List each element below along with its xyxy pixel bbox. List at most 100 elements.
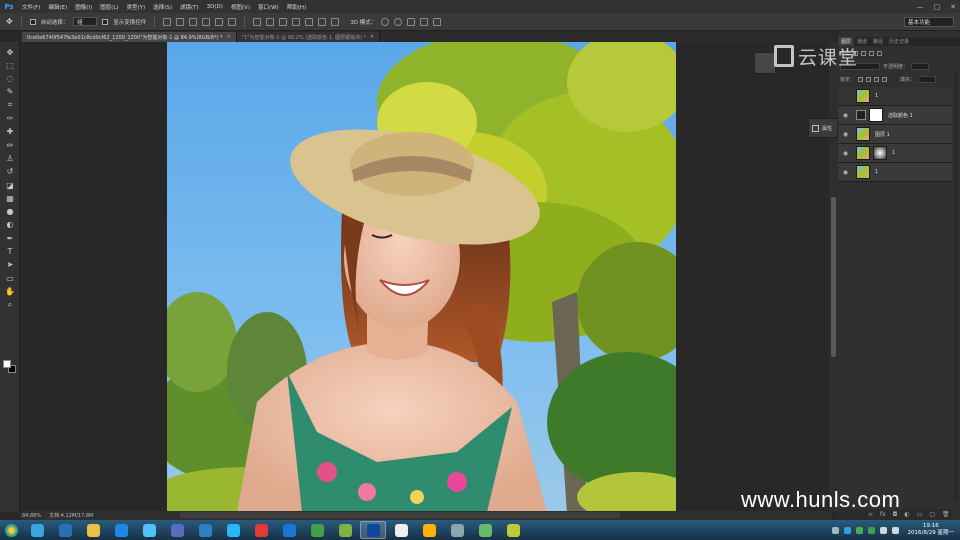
- 3d-slide-icon[interactable]: [420, 17, 429, 26]
- taskbar-button[interactable]: [248, 521, 274, 539]
- hand-tool-icon[interactable]: ✋: [5, 286, 15, 296]
- taskbar-button[interactable]: [108, 521, 134, 539]
- layer-row[interactable]: ◉ 1: [838, 163, 952, 182]
- lasso-tool-icon[interactable]: ◌: [5, 74, 15, 84]
- canvas-area[interactable]: [20, 42, 832, 512]
- pen-tool-icon[interactable]: ✒: [5, 233, 15, 243]
- tray-wechat-icon[interactable]: [855, 526, 863, 534]
- layer-name[interactable]: 图层 1: [875, 131, 890, 138]
- close-icon[interactable]: ×: [370, 34, 374, 40]
- distribute-vcenter-icon[interactable]: [266, 17, 275, 26]
- panel-scrollbar[interactable]: [954, 71, 959, 501]
- path-select-tool-icon[interactable]: ➤: [5, 260, 15, 270]
- layer-row[interactable]: 1: [838, 87, 952, 106]
- menu-edit[interactable]: 编辑(E): [44, 3, 71, 11]
- taskbar-button[interactable]: [220, 521, 246, 539]
- taskbar-button[interactable]: [444, 521, 470, 539]
- close-button[interactable]: ✕: [950, 3, 956, 11]
- taskbar-button[interactable]: [276, 521, 302, 539]
- lock-image-icon[interactable]: [866, 77, 872, 82]
- canvas-horizontal-scrollbar[interactable]: [180, 512, 620, 518]
- layer-name[interactable]: 1: [875, 169, 878, 175]
- menu-image[interactable]: 图像(I): [71, 3, 96, 11]
- menu-type[interactable]: 类型(Y): [123, 3, 150, 11]
- 3d-scale-icon[interactable]: [433, 17, 442, 26]
- show-transform-checkbox[interactable]: [102, 18, 109, 25]
- eye-icon[interactable]: ◉: [841, 130, 850, 139]
- eye-icon[interactable]: ◉: [841, 111, 850, 120]
- align-right-icon[interactable]: [228, 17, 237, 26]
- clone-stamp-tool-icon[interactable]: ♙: [5, 153, 15, 163]
- eye-icon[interactable]: ◉: [841, 168, 850, 177]
- taskbar-button[interactable]: [304, 521, 330, 539]
- move-tool-icon[interactable]: ✥: [5, 47, 15, 57]
- menu-window[interactable]: 窗口(W): [254, 3, 283, 11]
- layer-name[interactable]: 选取颜色 1: [888, 112, 913, 119]
- tray-network-icon[interactable]: [879, 526, 887, 534]
- align-hcenter-icon[interactable]: [215, 17, 224, 26]
- lock-pixels-icon[interactable]: [858, 77, 864, 82]
- layer-row[interactable]: ◉ 图层 1: [838, 125, 952, 144]
- properties-panel-button[interactable]: 属性: [808, 118, 838, 138]
- zoom-tool-icon[interactable]: ⌕: [5, 300, 15, 310]
- tray-security-icon[interactable]: [867, 526, 875, 534]
- fill-field[interactable]: [918, 76, 937, 83]
- distribute-top-icon[interactable]: [253, 17, 262, 26]
- layer-row[interactable]: ◉ 选取颜色 1: [838, 106, 952, 125]
- menu-view[interactable]: 视图(V): [227, 3, 254, 11]
- distribute-left-icon[interactable]: [292, 17, 301, 26]
- tray-volume-icon[interactable]: [891, 526, 899, 534]
- layer-name[interactable]: 1: [892, 150, 895, 156]
- gradient-tool-icon[interactable]: ▦: [5, 193, 15, 203]
- dodge-tool-icon[interactable]: ◐: [5, 220, 15, 230]
- healing-tool-icon[interactable]: ✚: [5, 127, 15, 137]
- menu-3d[interactable]: 3D(D): [203, 4, 227, 10]
- taskbar-button[interactable]: [80, 521, 106, 539]
- document-size[interactable]: 文档:4.12M/17.8M: [49, 512, 93, 519]
- taskbar-button[interactable]: [472, 521, 498, 539]
- taskbar-button[interactable]: [332, 521, 358, 539]
- filter-type-icon[interactable]: [869, 51, 875, 56]
- tray-qq-icon[interactable]: [843, 526, 851, 534]
- distribute-bottom-icon[interactable]: [279, 17, 288, 26]
- shape-tool-icon[interactable]: ▭: [5, 273, 15, 283]
- type-tool-icon[interactable]: T: [5, 247, 15, 257]
- align-left-icon[interactable]: [202, 17, 211, 26]
- maximize-button[interactable]: □: [934, 3, 941, 11]
- eyedropper-tool-icon[interactable]: ✑: [5, 114, 15, 124]
- foreground-color-swatch[interactable]: [3, 360, 11, 368]
- taskbar-button[interactable]: [164, 521, 190, 539]
- canvas-vertical-scrollbar[interactable]: [829, 42, 838, 512]
- start-button[interactable]: [0, 520, 22, 540]
- taskbar-button[interactable]: [500, 521, 526, 539]
- workspace-dropdown[interactable]: 基本功能: [904, 17, 954, 27]
- quick-select-tool-icon[interactable]: ✎: [5, 87, 15, 97]
- taskbar-button[interactable]: [388, 521, 414, 539]
- blur-tool-icon[interactable]: ●: [5, 207, 15, 217]
- auto-select-checkbox[interactable]: [29, 18, 36, 25]
- taskbar-button[interactable]: [24, 521, 50, 539]
- distribute-right-icon[interactable]: [318, 17, 327, 26]
- zoom-level[interactable]: 84.88%: [22, 513, 41, 519]
- menu-help[interactable]: 帮助(H): [283, 3, 310, 11]
- document-photo[interactable]: [167, 42, 676, 512]
- menu-layer[interactable]: 图层(L): [96, 3, 122, 11]
- crop-tool-icon[interactable]: ⌗: [5, 100, 15, 110]
- opacity-field[interactable]: [911, 63, 930, 70]
- auto-select-dropdown[interactable]: 组: [73, 17, 98, 26]
- taskbar-button[interactable]: [52, 521, 78, 539]
- eraser-tool-icon[interactable]: ◪: [5, 180, 15, 190]
- align-bottom-icon[interactable]: [189, 17, 198, 26]
- collapsed-panel-icon[interactable]: [754, 52, 776, 74]
- 3d-roll-icon[interactable]: [394, 17, 403, 26]
- menu-select[interactable]: 选择(S): [149, 3, 176, 11]
- new-group-icon[interactable]: ▭: [917, 511, 923, 518]
- scrollbar-thumb[interactable]: [831, 197, 836, 357]
- layer-name[interactable]: 1: [875, 93, 878, 99]
- clock[interactable]: 19:16 2016/8/29 星期一: [908, 523, 954, 537]
- tab-paths[interactable]: 路径: [870, 37, 886, 46]
- layer-mask-thumbnail[interactable]: [873, 146, 887, 160]
- eye-icon[interactable]: ◉: [841, 149, 850, 158]
- align-vcenter-icon[interactable]: [176, 17, 185, 26]
- minimize-button[interactable]: —: [917, 3, 924, 11]
